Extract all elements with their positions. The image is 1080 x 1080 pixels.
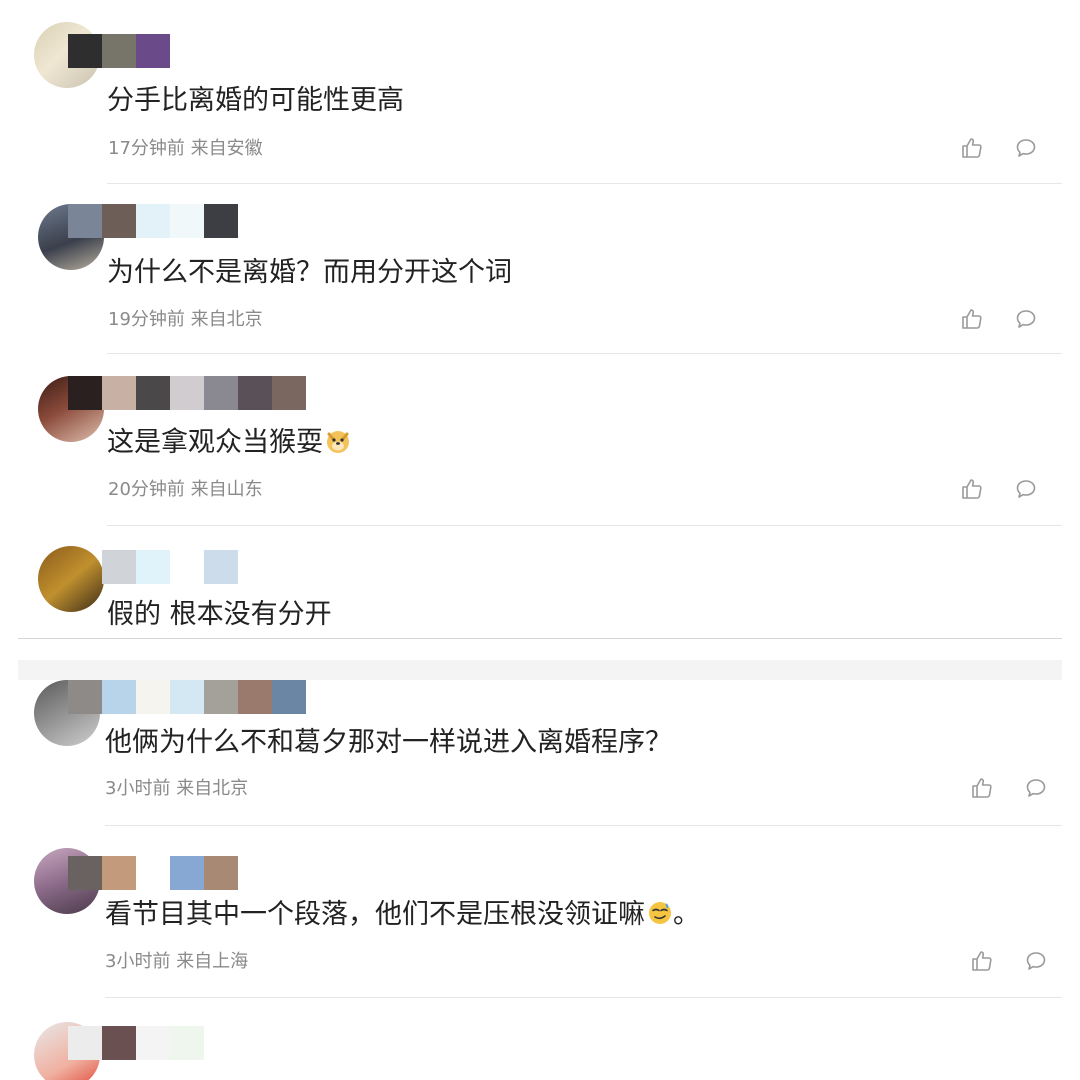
- thumbs-up-icon[interactable]: [960, 307, 984, 331]
- comment-time: 17分钟前: [108, 138, 185, 159]
- comment-meta: 20分钟前 来自山东: [108, 478, 263, 502]
- username-blurred[interactable]: [68, 34, 170, 68]
- thumbs-up-icon[interactable]: [960, 477, 984, 501]
- comment-actions: [970, 776, 1048, 800]
- username-blurred[interactable]: [68, 1026, 204, 1060]
- comment-text: 假的 根本没有分开: [107, 599, 332, 630]
- comment-text: 分手比离婚的可能性更高: [107, 85, 404, 116]
- comment-time: 19分钟前: [108, 309, 185, 330]
- doge-emoji: [327, 431, 349, 453]
- thumbs-up-icon[interactable]: [970, 776, 994, 800]
- comment-meta: 19分钟前 来自北京: [108, 308, 263, 332]
- comment-item: 为什么不是离婚？而用分开这个词 19分钟前 来自北京: [0, 184, 1080, 354]
- comment-text: 这是拿观众当猴耍: [107, 426, 351, 460]
- comment-item: 看节目其中一个段落，他们不是压根没领证嘛。 3小时前 来自上海: [0, 826, 1080, 998]
- comment-item: 这是拿观众当猴耍 20分钟前 来自山东: [0, 354, 1080, 526]
- comment-time: 3小时前: [105, 778, 171, 799]
- comment-actions: [970, 949, 1048, 973]
- comment-bubble-icon[interactable]: [1024, 949, 1048, 973]
- comment-actions: [960, 477, 1038, 501]
- thumbs-up-icon[interactable]: [970, 949, 994, 973]
- comment-meta: 3小时前 来自北京: [105, 777, 248, 801]
- comment-item: 假的 根本没有分开: [0, 526, 1080, 638]
- comment-text: 看节目其中一个段落，他们不是压根没领证嘛。: [105, 899, 700, 930]
- comment-location: 来自北京: [190, 309, 263, 330]
- comment-location: 来自山东: [190, 479, 263, 500]
- thumbs-up-icon[interactable]: [960, 136, 984, 160]
- username-blurred[interactable]: [68, 680, 306, 714]
- comment-bubble-icon[interactable]: [1014, 477, 1038, 501]
- comment-bubble-icon[interactable]: [1024, 776, 1048, 800]
- comment-time: 3小时前: [105, 951, 171, 972]
- divider: [18, 638, 1062, 639]
- comment-item: [0, 998, 1080, 1080]
- comment-actions: [960, 307, 1038, 331]
- username-blurred[interactable]: [102, 550, 238, 584]
- smirk-emoji: [649, 902, 671, 924]
- comment-meta: 17分钟前 来自安徽: [108, 137, 263, 161]
- comment-actions: [960, 136, 1038, 160]
- comment-item: 分手比离婚的可能性更高 17分钟前 来自安徽: [0, 0, 1080, 184]
- comment-location: 来自北京: [176, 778, 249, 799]
- comment-item: 他俩为什么不和葛夕那对一样说进入离婚程序？ 3小时前 来自北京: [0, 672, 1080, 826]
- comment-time: 20分钟前: [108, 479, 185, 500]
- comment-text: 为什么不是离婚？而用分开这个词: [107, 257, 512, 288]
- comment-text: 他俩为什么不和葛夕那对一样说进入离婚程序？: [105, 727, 672, 758]
- comment-location: 来自上海: [176, 951, 249, 972]
- username-blurred[interactable]: [68, 856, 238, 890]
- comment-bubble-icon[interactable]: [1014, 307, 1038, 331]
- comment-bubble-icon[interactable]: [1014, 136, 1038, 160]
- avatar[interactable]: [38, 546, 104, 612]
- username-blurred[interactable]: [68, 376, 306, 410]
- username-blurred[interactable]: [68, 204, 238, 238]
- comment-meta: 3小时前 来自上海: [105, 950, 248, 974]
- comment-list: 分手比离婚的可能性更高 17分钟前 来自安徽 为什么不是离婚？而用分开这个词 1…: [0, 0, 1080, 1080]
- comment-location: 来自安徽: [190, 138, 263, 159]
